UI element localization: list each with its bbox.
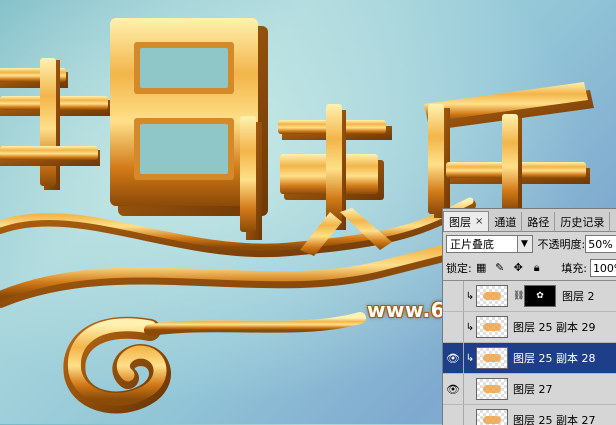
layer-row[interactable]: 图层 25 副本 27 — [443, 405, 616, 425]
layer-row[interactable]: ↳ ⛓ ✿ 图层 2 — [443, 281, 616, 312]
eye-icon: 👁︎ — [446, 351, 460, 365]
layers-panel: 图层 × 通道 路径 历史记录 正片叠底 ▼ 不透明度: 50% 锁定: ▦ ✎… — [442, 208, 616, 425]
tab-history-label: 历史记录 — [560, 215, 605, 229]
layer-name: 图层 25 副本 27 — [513, 414, 596, 425]
layer-row-selected[interactable]: 👁︎ ↳ 图层 25 副本 28 — [443, 343, 616, 374]
fill-label: 填充: — [561, 262, 587, 275]
tab-channels-label: 通道 — [494, 215, 517, 229]
lock-label: 锁定: — [446, 262, 472, 275]
visibility-toggle[interactable]: 👁︎ — [443, 374, 464, 404]
layer-thumbnail — [476, 285, 508, 307]
opacity-input[interactable]: 50% — [585, 235, 616, 253]
clip-arrow-icon: ↳ — [465, 290, 475, 302]
layer-thumbnail — [476, 316, 508, 338]
clip-arrow-icon: ↳ — [465, 321, 475, 333]
eye-icon: 👁︎ — [446, 382, 460, 396]
blend-mode-select[interactable]: 正片叠底 ▼ — [446, 235, 533, 253]
layer-thumbnail — [476, 347, 508, 369]
blend-opacity-row: 正片叠底 ▼ 不透明度: 50% — [443, 232, 616, 256]
layer-mask-thumbnail[interactable]: ✿ — [524, 285, 556, 307]
layer-thumbnail — [476, 409, 508, 425]
layer-thumbnail — [476, 378, 508, 400]
tab-paths-label: 路径 — [527, 215, 550, 229]
tab-history[interactable]: 历史记录 — [555, 212, 611, 231]
tab-layers-label: 图层 — [449, 215, 471, 229]
tab-layers[interactable]: 图层 × — [443, 211, 490, 231]
chevron-down-icon[interactable]: ▼ — [516, 236, 532, 252]
visibility-toggle[interactable] — [443, 405, 464, 425]
layer-name: 图层 27 — [513, 383, 553, 396]
lock-fill-row: 锁定: ▦ ✎ ✥ 🔒︎ 填充: 100% — [443, 256, 616, 280]
tab-channels[interactable]: 通道 — [489, 212, 523, 231]
lock-transparent-icon[interactable]: ▦ — [475, 261, 488, 274]
layer-name: 图层 25 副本 29 — [513, 321, 596, 334]
layer-row[interactable]: ↳ 图层 25 副本 29 — [443, 312, 616, 343]
blend-mode-value: 正片叠底 — [450, 238, 494, 251]
chain-link-icon[interactable]: ⛓ — [513, 291, 524, 301]
visibility-toggle[interactable] — [443, 281, 464, 311]
fill-input[interactable]: 100% — [589, 259, 616, 277]
visibility-toggle[interactable] — [443, 312, 464, 342]
clip-arrow-icon: ↳ — [465, 352, 475, 364]
panel-tab-bar: 图层 × 通道 路径 历史记录 — [443, 209, 616, 232]
opacity-label: 不透明度: — [537, 238, 586, 251]
visibility-toggle[interactable]: 👁︎ — [443, 343, 464, 373]
layer-list: ↳ ⛓ ✿ 图层 2 ↳ 图层 25 副本 29 👁︎ ↳ 图层 25 副本 2… — [443, 280, 616, 425]
tab-paths[interactable]: 路径 — [522, 212, 556, 231]
layer-name: 图层 25 副本 28 — [513, 352, 596, 365]
close-icon[interactable]: × — [475, 216, 483, 227]
layer-name: 图层 2 — [562, 290, 595, 303]
lock-move-icon[interactable]: ✥ — [512, 261, 525, 274]
lock-paint-icon[interactable]: ✎ — [493, 261, 506, 274]
lock-all-icon[interactable]: 🔒︎ — [530, 261, 543, 275]
layer-row[interactable]: 👁︎ 图层 27 — [443, 374, 616, 405]
